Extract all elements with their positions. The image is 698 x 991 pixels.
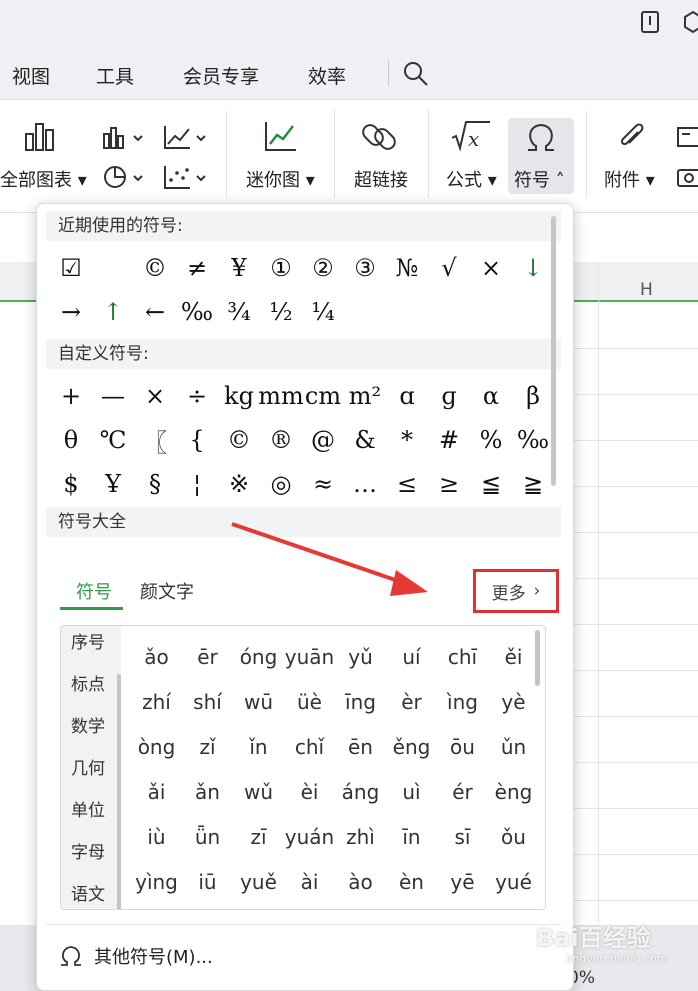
annotation-arrow-icon [231,522,428,596]
watermark-logo: Bai百经验 [536,924,651,952]
watermark-url: jingyan.baidu.com [566,952,668,965]
